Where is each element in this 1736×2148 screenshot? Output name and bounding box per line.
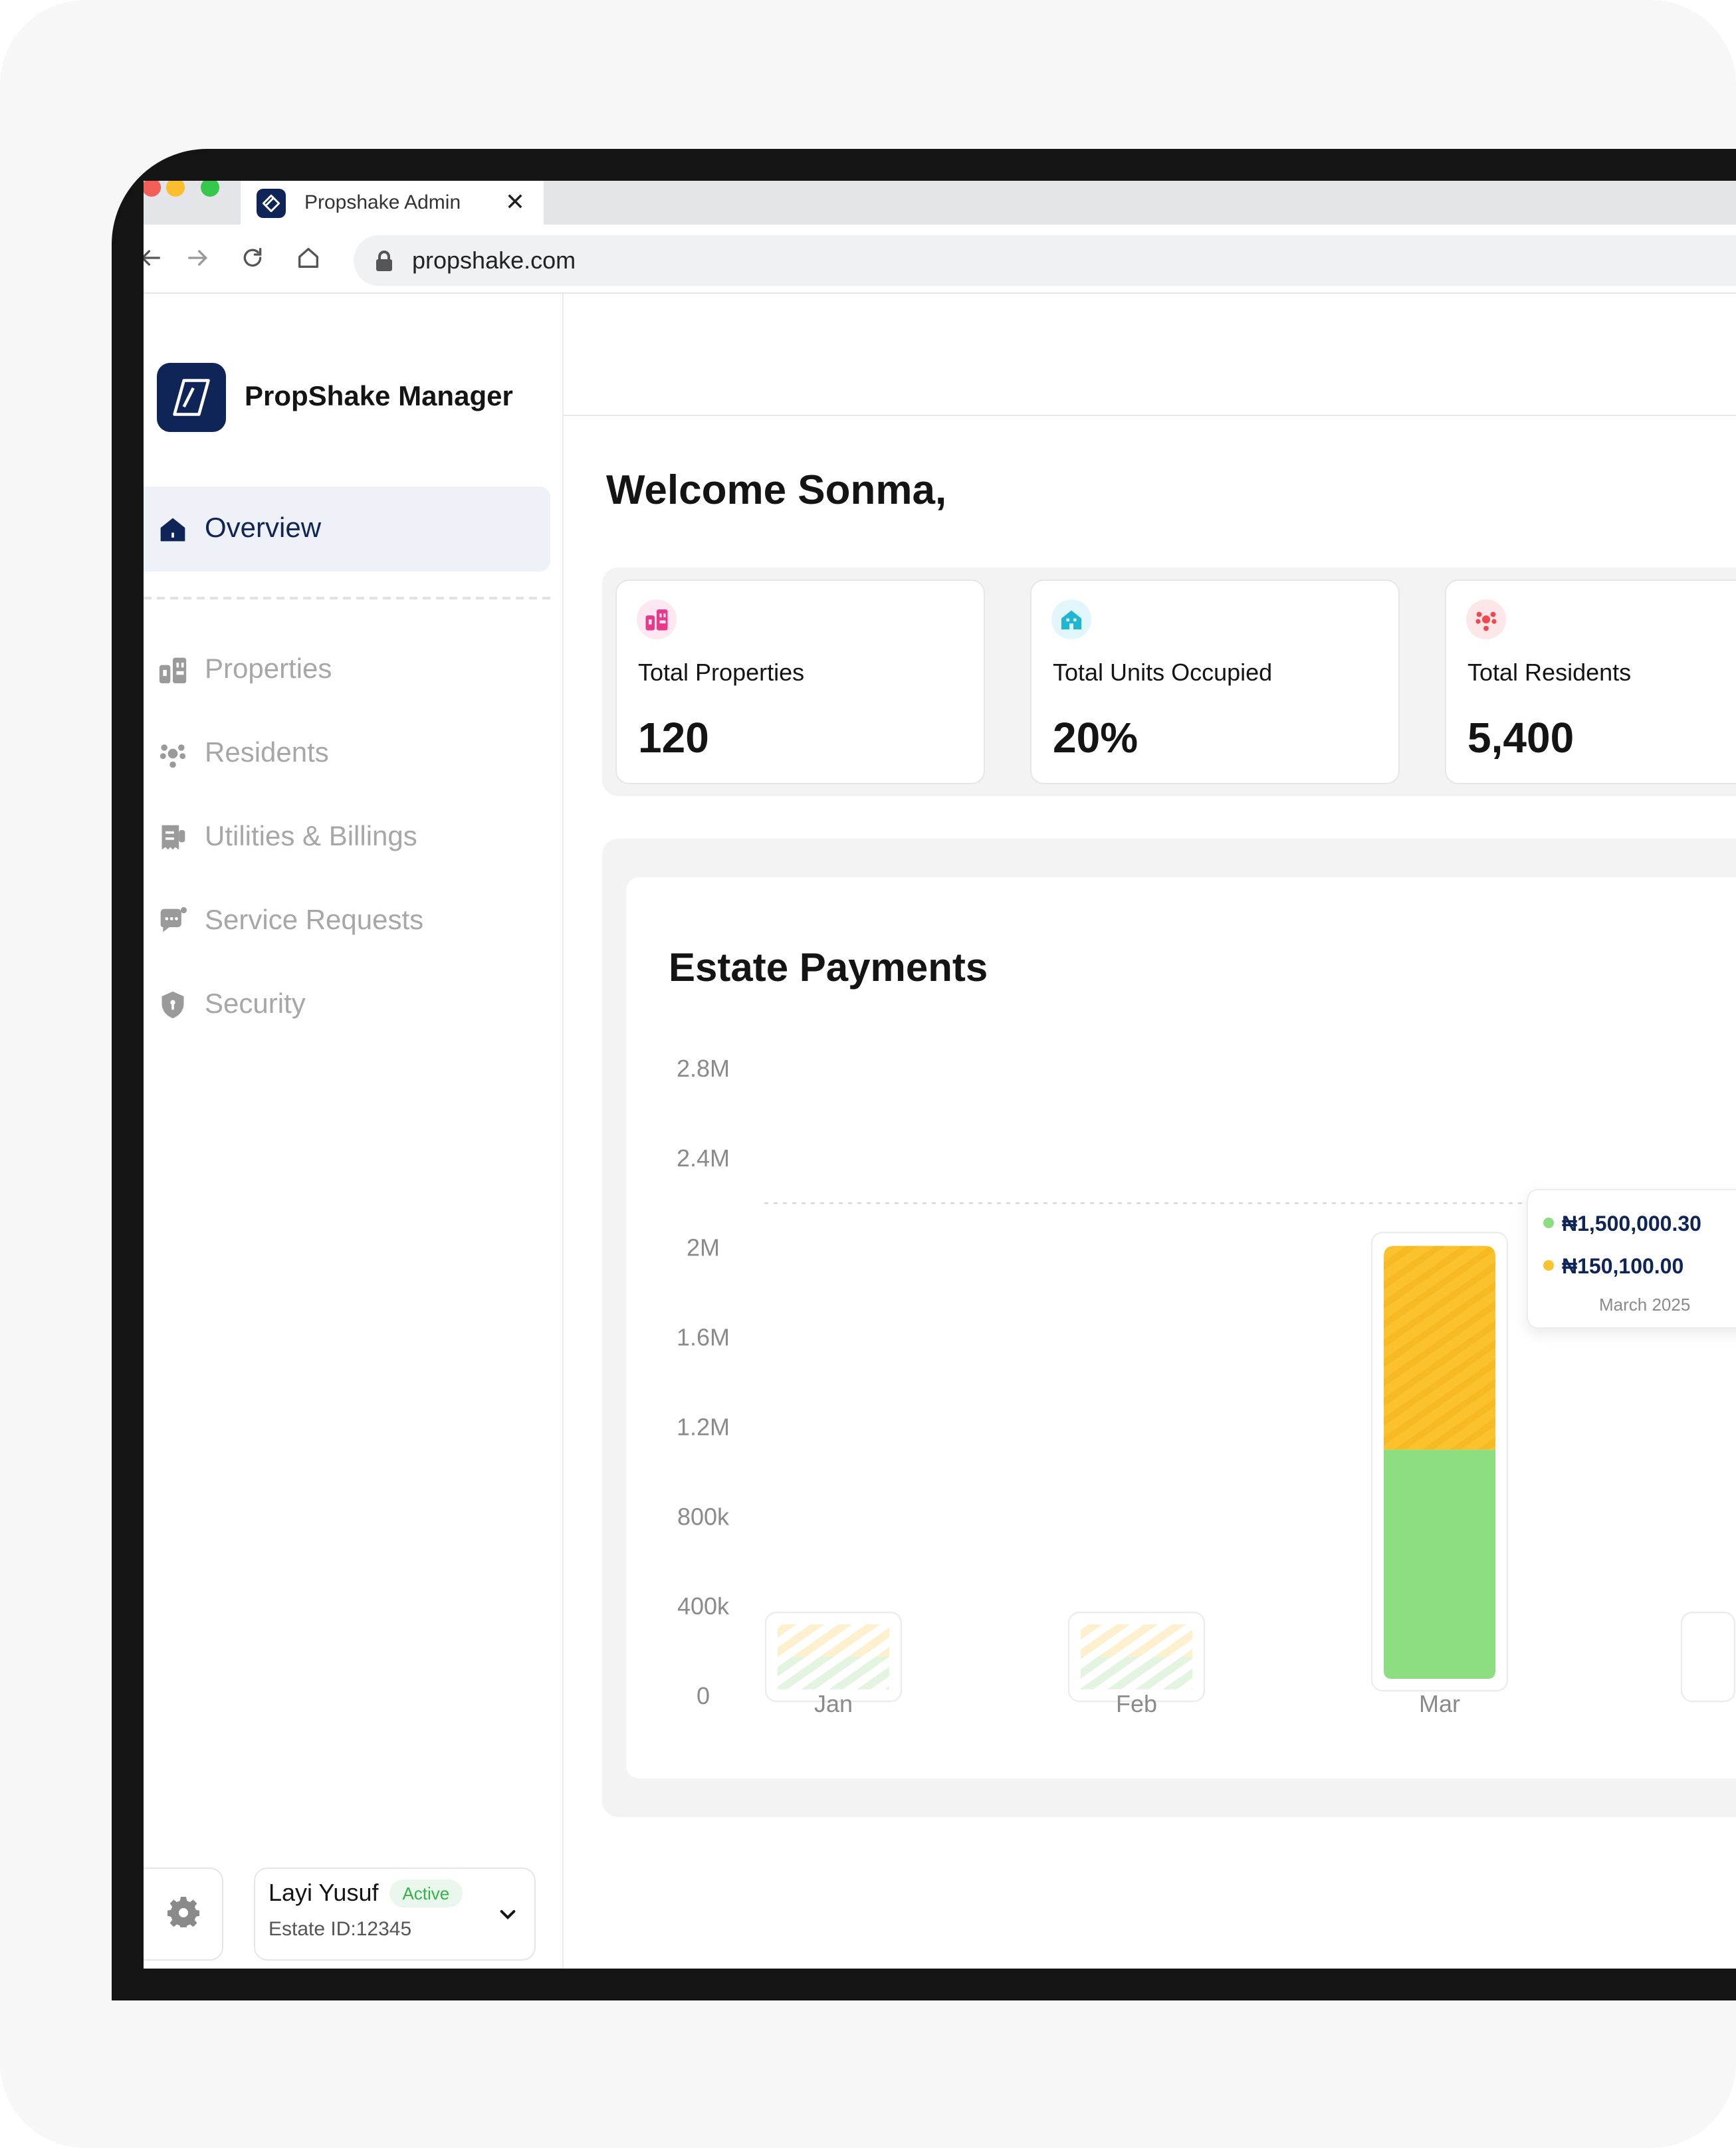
sidebar-item-label: Security: [205, 989, 306, 1020]
main-content: Welcome Sonma, Total Properties 120 Tota…: [564, 294, 1736, 1969]
browser-tab[interactable]: Propshake Admin ✕: [241, 181, 544, 225]
window-minimize-light[interactable]: [166, 181, 185, 197]
page-frame: Propshake Admin ✕ propshake.com PropShak…: [0, 0, 1736, 2148]
sidebar-item-label: Properties: [205, 654, 332, 685]
user-name-row: Layi Yusuf Active: [269, 1880, 521, 1907]
status-badge: Active: [389, 1880, 463, 1907]
window-maximize-light[interactable]: [201, 181, 219, 197]
shield-icon: [157, 989, 189, 1021]
stats-row: Total Properties 120 Total Units Occupie…: [602, 568, 1736, 796]
sidebar-item-label: Utilities & Billings: [205, 821, 417, 852]
chat-icon: [157, 905, 189, 937]
tooltip-value-yellow: ₦150,100.00: [1562, 1254, 1683, 1278]
receipt-icon: [157, 821, 189, 853]
placeholder-bar-bottom: [778, 1657, 889, 1689]
placeholder-bar-bottom: [1081, 1657, 1192, 1689]
stat-value: 20%: [1053, 714, 1139, 762]
back-icon[interactable]: [144, 241, 167, 275]
page-title: Welcome Sonma,: [606, 467, 947, 513]
sidebar-item-service-requests[interactable]: Service Requests: [144, 895, 423, 948]
buildings-icon: [157, 654, 189, 686]
chart-section: Estate Payments 0 400k 800k 1.2M 1.6M 2M…: [602, 839, 1736, 1817]
y-tick-label: 1.6M: [677, 1324, 730, 1351]
tooltip-dot-green: [1543, 1218, 1554, 1228]
brand[interactable]: PropShake Manager: [157, 363, 513, 432]
home-icon[interactable]: [291, 241, 326, 275]
stat-label: Total Properties: [638, 659, 805, 686]
sidebar-divider: [144, 597, 550, 599]
stat-label: Total Units Occupied: [1053, 659, 1273, 686]
favicon-icon: [257, 188, 286, 217]
estate-id: Estate ID:12345: [269, 1918, 412, 1941]
tooltip-period: March 2025: [1599, 1295, 1690, 1315]
bar-segment-green: [1384, 1450, 1495, 1679]
y-tick-label: 0: [697, 1682, 710, 1709]
y-tick-label: 800k: [677, 1503, 730, 1530]
screen: Propshake Admin ✕ propshake.com PropShak…: [144, 181, 1736, 1969]
sidebar-item-security[interactable]: Security: [144, 978, 306, 1031]
tab-title: Propshake Admin: [304, 191, 461, 214]
stat-card-units-occupied[interactable]: Total Units Occupied 20%: [1030, 580, 1400, 784]
reload-icon[interactable]: [235, 241, 270, 275]
browser-nav-bar: propshake.com: [144, 225, 1736, 294]
tooltip-dot-yellow: [1543, 1260, 1554, 1271]
stat-value: 5,400: [1467, 714, 1574, 762]
placeholder-bar-top: [1081, 1624, 1192, 1657]
estate-payments-chart: 0 400k 800k 1.2M 1.6M 2M 2.4M 2.8M Jan Feb Mar ₦1,5…: [677, 1055, 1736, 1717]
sidebar-item-label: Service Requests: [205, 905, 424, 936]
sidebar: PropShake Manager Overview Properties Re…: [144, 294, 564, 1969]
lock-icon: [375, 250, 393, 271]
stat-card-total-properties[interactable]: Total Properties 120: [615, 580, 985, 784]
sidebar-item-utilities-billings[interactable]: Utilities & Billings: [144, 811, 417, 864]
y-tick-label: 2.4M: [677, 1144, 730, 1172]
brand-name: PropShake Manager: [245, 381, 513, 412]
sidebar-item-label: Residents: [205, 738, 329, 768]
x-tick-label: Feb: [1116, 1690, 1157, 1717]
header-divider: [564, 415, 1736, 416]
brand-logo-icon: [157, 363, 226, 432]
home-icon: [157, 513, 189, 545]
forward-icon[interactable]: [181, 241, 215, 275]
people-icon: [157, 738, 189, 770]
window-close-light[interactable]: [144, 181, 161, 197]
y-tick-label: 400k: [677, 1592, 730, 1620]
x-tick-label: Jan: [814, 1690, 853, 1717]
y-tick-label: 2M: [687, 1234, 720, 1261]
stat-label: Total Residents: [1467, 659, 1632, 686]
tab-close-icon[interactable]: ✕: [505, 189, 525, 217]
user-profile-card[interactable]: Layi Yusuf Active Estate ID:12345: [254, 1868, 536, 1961]
y-tick-label: 1.2M: [677, 1413, 730, 1440]
sidebar-item-residents[interactable]: Residents: [144, 727, 329, 780]
gear-icon: [167, 1895, 199, 1933]
sidebar-item-overview[interactable]: Overview: [144, 486, 550, 572]
placeholder-bar-top: [778, 1624, 889, 1657]
house-icon: [1051, 599, 1091, 639]
buildings-icon: [637, 599, 677, 639]
bar-segment-yellow: [1384, 1245, 1495, 1450]
partial-bar-frame: [1680, 1611, 1736, 1703]
x-tick-label: Mar: [1419, 1690, 1460, 1717]
settings-button[interactable]: [144, 1868, 223, 1961]
chevron-down-icon[interactable]: [497, 1903, 518, 1931]
address-bar[interactable]: propshake.com: [354, 235, 1736, 286]
user-name: Layi Yusuf: [269, 1880, 379, 1906]
sidebar-item-label: Overview: [205, 513, 322, 544]
people-icon: [1466, 599, 1506, 639]
estate-payments-card: Estate Payments 0 400k 800k 1.2M 1.6M 2M…: [626, 877, 1736, 1778]
url-text: propshake.com: [412, 247, 576, 273]
stat-value: 120: [638, 714, 709, 762]
tooltip-value-green: ₦1,500,000.30: [1562, 1212, 1701, 1235]
y-tick-label: 2.8M: [677, 1055, 730, 1082]
stat-card-total-residents[interactable]: Total Residents 5,400: [1445, 580, 1736, 784]
sidebar-item-properties[interactable]: Properties: [144, 643, 332, 697]
browser-tab-bar: Propshake Admin ✕: [144, 181, 1736, 225]
